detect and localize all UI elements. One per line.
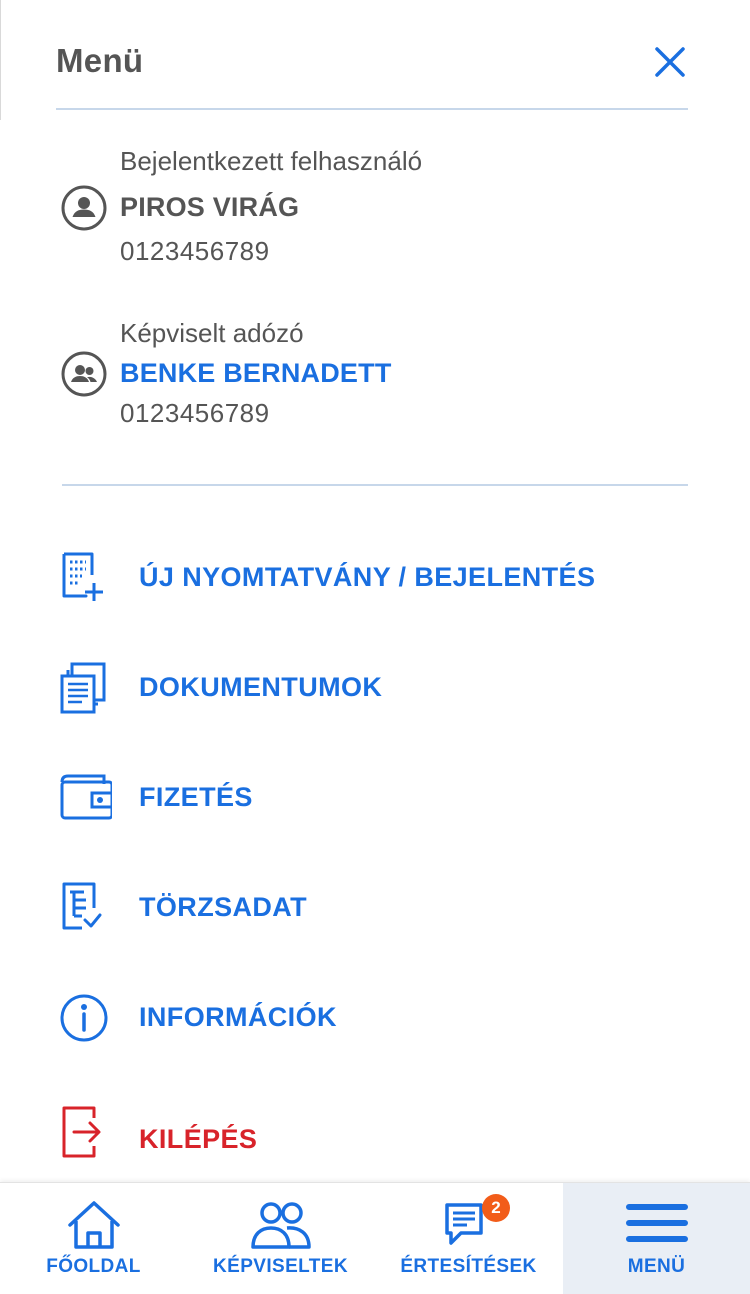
logged-in-user: Bejelentkezett felhasználó PIROS VIRÁG 0…: [56, 140, 688, 280]
logged-in-user-caption: Bejelentkezett felhasználó: [120, 146, 423, 176]
logged-in-user-name: PIROS VIRÁG: [120, 192, 300, 222]
menu-item-label: KILÉPÉS: [139, 1124, 258, 1154]
menu-item-label: TÖRZSADAT: [139, 892, 308, 922]
logout-icon: [62, 1106, 101, 1158]
documents-icon: [60, 662, 106, 714]
info-icon: [60, 994, 108, 1042]
menu-item-new-form[interactable]: ÚJ NYOMTATVÁNY / BEJELENTÉS: [56, 522, 688, 632]
people-icon: [250, 1202, 311, 1249]
menu-title: Menü: [56, 42, 144, 79]
close-button[interactable]: [652, 44, 688, 80]
nav-item-notifications[interactable]: ÉRTESÍTÉSEK: [375, 1183, 562, 1294]
menu-item-label: ÚJ NYOMTATVÁNY / BEJELENTÉS: [139, 562, 596, 592]
left-edge-line: [0, 0, 1, 120]
nav-label: MENÜ: [627, 1256, 686, 1277]
user-avatar-icon: [61, 185, 107, 231]
master-data-icon: [62, 882, 102, 930]
menu-item-logout[interactable]: KILÉPÉS: [56, 1084, 688, 1194]
new-form-icon: [62, 552, 103, 601]
nav-label: KÉPVISELTEK: [213, 1256, 348, 1277]
menu-item-label: DOKUMENTUMOK: [139, 672, 383, 702]
menu-item-label: INFORMÁCIÓK: [139, 1002, 337, 1032]
nav-label: ÉRTESÍTÉSEK: [400, 1256, 537, 1277]
logged-in-user-tax-id: 0123456789: [120, 236, 270, 266]
menu-item-payment[interactable]: FIZETÉS: [56, 742, 688, 852]
nav-item-home[interactable]: FŐOLDAL: [0, 1183, 187, 1294]
nav-item-represented[interactable]: KÉPVISELTEK: [187, 1183, 374, 1294]
wallet-icon: [60, 774, 112, 820]
menu-item-information[interactable]: INFORMÁCIÓK: [56, 962, 688, 1072]
group-avatar-icon: [61, 351, 107, 397]
nav-label: FŐOLDAL: [46, 1256, 141, 1277]
notification-badge: 2: [482, 1194, 510, 1222]
menu-header: Menü: [56, 0, 688, 110]
represented-taxpayer-tax-id: 0123456789: [120, 398, 270, 428]
home-icon: [67, 1201, 120, 1249]
section-divider: [62, 484, 688, 486]
bottom-nav: FŐOLDAL KÉPVISELTEK ÉRTESÍTÉSEK MENÜ: [0, 1182, 750, 1294]
represented-taxpayer: Képviselt adózó BENKE BERNADETT 01234567…: [56, 314, 688, 444]
menu-item-documents[interactable]: DOKUMENTUMOK: [56, 632, 688, 742]
menu-item-master-data[interactable]: TÖRZSADAT: [56, 852, 688, 962]
nav-item-menu[interactable]: MENÜ: [563, 1183, 750, 1294]
hamburger-icon: [625, 1204, 688, 1242]
menu-item-label: FIZETÉS: [139, 782, 253, 812]
represented-taxpayer-caption: Képviselt adózó: [120, 318, 304, 348]
close-icon: [655, 47, 685, 77]
represented-taxpayer-name: BENKE BERNADETT: [120, 358, 392, 388]
